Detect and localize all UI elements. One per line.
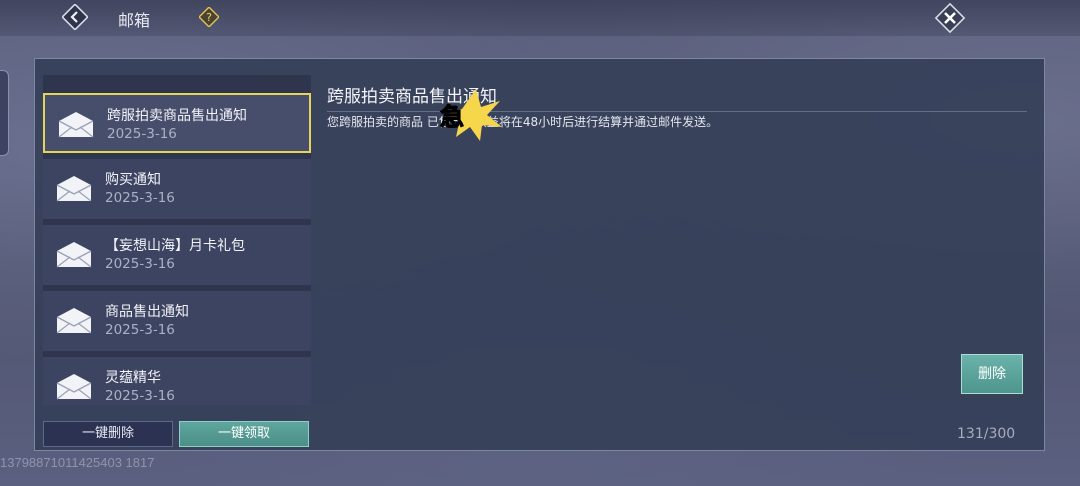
svg-text:?: ? [206,11,212,24]
help-icon[interactable]: ? [199,7,219,27]
envelope-icon [58,112,94,138]
mail-date: 2025-3-16 [105,190,175,206]
mail-list[interactable]: 跨服拍卖商品售出通知 2025-3-16 购买通知 2025-3-16 【妄想山… [43,75,311,405]
watermark-id: 13798871011425403 1817 [0,455,155,470]
mail-title: 跨服拍卖商品售出通知 [107,108,247,124]
delete-all-button[interactable]: 一键删除 [43,421,173,447]
back-icon[interactable] [62,4,88,30]
mail-date: 2025-3-16 [105,256,175,272]
mail-panel: 跨服拍卖商品售出通知 2025-3-16 购买通知 2025-3-16 【妄想山… [34,58,1045,451]
mail-title: 购买通知 [105,172,161,188]
mail-title: 灵蕴精华 [105,370,161,386]
side-tab[interactable] [0,70,9,156]
stamp-text: 急 [440,103,464,131]
close-icon[interactable] [934,2,966,34]
mail-title: 【妄想山海】月卡礼包 [105,238,245,254]
mail-date: 2025-3-16 [107,126,177,142]
envelope-icon [56,242,92,268]
envelope-icon [56,176,92,202]
mail-date: 2025-3-16 [105,388,175,404]
delete-button[interactable]: 删除 [961,354,1023,394]
mail-item[interactable]: 灵蕴精华 2025-3-16 [43,357,311,405]
mail-title: 商品售出通知 [105,304,189,320]
mail-item[interactable]: 购买通知 2025-3-16 [43,159,311,219]
claim-all-button[interactable]: 一键领取 [179,421,309,447]
top-bar: 邮箱 ? [0,0,1080,36]
urgent-stamp-icon: 急 [440,89,502,141]
mail-item[interactable]: 【妄想山海】月卡礼包 2025-3-16 [43,225,311,285]
mail-item[interactable]: 跨服拍卖商品售出通知 2025-3-16 [43,93,311,153]
mail-item[interactable]: 商品售出通知 2025-3-16 [43,291,311,351]
page-title: 邮箱 [118,11,151,30]
envelope-icon [56,308,92,334]
mail-date: 2025-3-16 [105,322,175,338]
envelope-icon [56,374,92,400]
mail-count: 131/300 [957,426,1016,442]
